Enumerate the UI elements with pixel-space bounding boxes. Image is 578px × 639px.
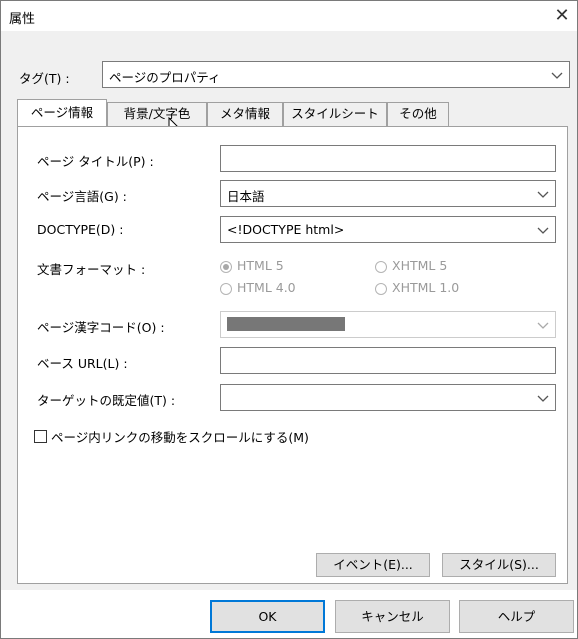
radio-html40-label: HTML 4.0 <box>237 280 296 295</box>
tab-stylesheet-label: スタイルシート <box>291 106 379 121</box>
tag-select[interactable]: ページのプロパティ <box>102 61 570 88</box>
doctype-label: DOCTYPE(D) : <box>37 222 124 237</box>
ok-button[interactable]: OK <box>210 600 325 633</box>
tag-label-text: タグ(T) : <box>19 71 70 86</box>
kanji-code-label: ページ漢字コード(O) : <box>37 320 165 335</box>
tag-label: タグ(T) : <box>19 68 70 87</box>
base-url-label: ベース URL(L) : <box>37 356 128 371</box>
help-button-label: ヘルプ <box>497 609 536 624</box>
page-language-label: ページ言語(G) : <box>37 189 127 204</box>
event-button-label: イベント(E)... <box>333 557 413 572</box>
radio-html40[interactable] <box>220 283 232 295</box>
doctype-select[interactable]: <!DOCTYPE html> <box>220 216 556 243</box>
window-title: 属性 <box>9 12 36 27</box>
radio-html5-label: HTML 5 <box>237 258 284 273</box>
chevron-down-icon <box>537 395 549 402</box>
chevron-down-icon <box>551 72 563 79</box>
tag-select-value: ページのプロパティ <box>109 70 221 85</box>
event-button[interactable]: イベント(E)... <box>316 553 430 577</box>
ok-button-label: OK <box>258 609 277 624</box>
page-language-value: 日本語 <box>227 189 265 204</box>
tab-meta-info-label: メタ情報 <box>219 106 270 121</box>
page-title-input[interactable] <box>220 145 556 172</box>
radio-xhtml5[interactable] <box>375 261 387 273</box>
tab-page-info[interactable]: ページ情報 <box>17 99 107 126</box>
tab-other-label: その他 <box>399 106 437 121</box>
tab-other[interactable]: その他 <box>387 102 449 126</box>
default-target-label: ターゲットの既定値(T) : <box>37 393 176 408</box>
kanji-code-select[interactable] <box>220 311 556 338</box>
tab-bar: ページ情報 背景/文字色 メタ情報 スタイルシート その他 <box>17 99 477 126</box>
default-target-select[interactable] <box>220 384 556 411</box>
cancel-button-label: キャンセル <box>361 609 424 624</box>
radio-xhtml5-label: XHTML 5 <box>392 258 448 273</box>
chevron-down-icon <box>537 191 549 198</box>
base-url-input[interactable] <box>220 347 556 374</box>
radio-xhtml10-label: XHTML 1.0 <box>392 280 460 295</box>
masked-value <box>227 317 345 331</box>
doctype-value: <!DOCTYPE html> <box>227 222 345 237</box>
title-bar: 属性 ✕ <box>1 1 577 31</box>
tab-page-info-label: ページ情報 <box>30 105 94 120</box>
tab-stylesheet[interactable]: スタイルシート <box>283 102 387 126</box>
style-button-label: スタイル(S)... <box>459 557 539 572</box>
cancel-button[interactable]: キャンセル <box>335 600 450 633</box>
radio-html5[interactable] <box>220 261 232 273</box>
style-button[interactable]: スタイル(S)... <box>442 553 556 577</box>
page-language-select[interactable]: 日本語 <box>220 180 556 207</box>
doc-format-label: 文書フォーマット : <box>37 262 146 277</box>
close-icon[interactable]: ✕ <box>551 5 573 27</box>
help-button[interactable]: ヘルプ <box>459 600 574 633</box>
chevron-down-icon <box>537 322 549 329</box>
scroll-link-checkbox[interactable] <box>34 430 47 443</box>
radio-xhtml10[interactable] <box>375 283 387 295</box>
tab-background-color[interactable]: 背景/文字色 <box>107 102 207 126</box>
chevron-down-icon <box>537 227 549 234</box>
scroll-link-label: ページ内リンクの移動をスクロールにする(M) <box>51 430 309 445</box>
page-title-label: ページ タイトル(P) : <box>37 154 154 169</box>
tab-meta-info[interactable]: メタ情報 <box>207 102 283 126</box>
